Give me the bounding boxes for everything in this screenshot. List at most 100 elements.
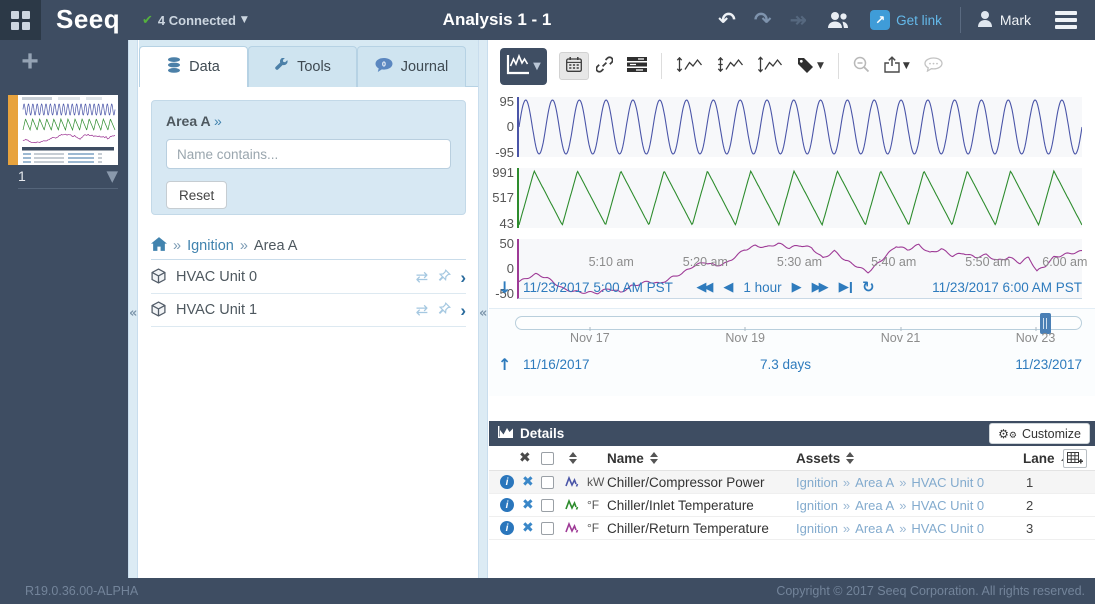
- asset-path-link[interactable]: Ignition: [796, 475, 838, 490]
- row-checkbox[interactable]: [541, 517, 554, 539]
- hamburger-menu-icon[interactable]: [1045, 11, 1087, 29]
- collapse-strip-left[interactable]: «: [128, 40, 138, 578]
- remove-all-icon[interactable]: ✖: [519, 446, 531, 470]
- labels-dropdown[interactable]: ▼: [790, 51, 831, 81]
- speech-bubble-icon: [924, 57, 943, 75]
- duration-label[interactable]: 1 hour: [743, 280, 781, 295]
- drilldown-chevron-icon[interactable]: ›: [460, 269, 466, 286]
- trend-lane-1[interactable]: 950-95: [517, 97, 1082, 157]
- y-axis-tick: -95: [474, 145, 514, 160]
- asset-path-link[interactable]: Ignition: [796, 521, 838, 536]
- customize-label: Customize: [1022, 427, 1081, 441]
- autoscale-button[interactable]: [751, 51, 790, 81]
- swap-icon[interactable]: ⇄: [416, 268, 429, 286]
- swap-icon[interactable]: ⇄: [416, 301, 429, 319]
- one-axis-per-lane-button[interactable]: [710, 51, 751, 81]
- row-checkbox[interactable]: [541, 494, 554, 516]
- undo-icon[interactable]: ↶: [709, 0, 745, 40]
- calendar-button[interactable]: [559, 52, 589, 80]
- worksheet-sidebar: + 1 ▼: [0, 40, 128, 578]
- trend-lane-2[interactable]: 99151743: [517, 168, 1082, 228]
- breadcrumb-link-ignition[interactable]: Ignition: [187, 238, 234, 254]
- remove-signal-icon[interactable]: ✖: [522, 517, 534, 539]
- tab-journal[interactable]: 0 Journal: [357, 46, 466, 87]
- sort-icon[interactable]: [846, 452, 854, 464]
- investigate-down-icon[interactable]: ↓: [498, 278, 511, 297]
- select-all-checkbox[interactable]: [541, 446, 554, 470]
- asset-path-link[interactable]: Ignition: [796, 498, 838, 513]
- timeline-tick-label: Nov 21: [881, 331, 921, 345]
- display-range-end[interactable]: 11/23/2017 6:00 AM PST: [932, 280, 1082, 295]
- annotate-button[interactable]: [917, 51, 950, 81]
- trend-chart-icon: [506, 54, 530, 78]
- add-worksheet-button[interactable]: +: [14, 46, 46, 78]
- user-menu[interactable]: Mark: [969, 10, 1039, 31]
- remove-signal-icon[interactable]: ✖: [522, 494, 534, 516]
- sort-icon[interactable]: [650, 452, 658, 464]
- signal-assets: Ignition»Area A»HVAC Unit 0: [796, 517, 984, 539]
- one-lane-per-signal-button[interactable]: [669, 51, 710, 81]
- signal-name[interactable]: Chiller/Inlet Temperature: [607, 494, 754, 516]
- info-icon[interactable]: i: [500, 517, 514, 539]
- row-checkbox[interactable]: [541, 471, 554, 493]
- step-forward-fast-icon[interactable]: ▶▶: [812, 280, 829, 295]
- wrench-icon: [274, 58, 289, 77]
- drilldown-chevron-icon[interactable]: ›: [460, 302, 466, 319]
- add-column-button[interactable]: [1063, 446, 1087, 470]
- remove-signal-icon[interactable]: ✖: [522, 471, 534, 493]
- asset-path-link[interactable]: Area A: [855, 475, 894, 490]
- reset-button[interactable]: Reset: [166, 181, 227, 209]
- connected-dropdown[interactable]: ✔ 4 Connected ▼: [142, 0, 248, 40]
- column-header-name[interactable]: Name: [607, 446, 658, 470]
- home-grid-button[interactable]: [0, 0, 41, 40]
- asset-label[interactable]: HVAC Unit 0: [176, 269, 406, 285]
- investigate-start[interactable]: 11/16/2017: [523, 357, 590, 372]
- step-back-icon[interactable]: ◀: [723, 280, 733, 295]
- worksheet-thumbnail[interactable]: [18, 95, 118, 165]
- asset-label[interactable]: HVAC Unit 1: [176, 302, 406, 318]
- status-bar: R19.0.36.00-ALPHA Copyright © 2017 Seeq …: [0, 578, 1095, 604]
- asset-path-link[interactable]: Area A: [855, 498, 894, 513]
- asset-path-link[interactable]: HVAC Unit 0: [911, 521, 984, 536]
- investigate-duration[interactable]: 7.3 days: [760, 357, 811, 372]
- step-back-fast-icon[interactable]: ◀◀: [696, 280, 713, 295]
- zoom-out-button[interactable]: [846, 51, 877, 81]
- tab-tools[interactable]: Tools: [248, 46, 357, 87]
- bars-button[interactable]: [620, 51, 654, 81]
- tab-tools-label: Tools: [297, 59, 331, 75]
- asset-path-link[interactable]: HVAC Unit 0: [911, 498, 984, 513]
- x-axis-tick: 5:10 am: [589, 255, 634, 269]
- timeline-bar[interactable]: [515, 316, 1082, 330]
- info-icon[interactable]: i: [500, 471, 514, 493]
- pin-icon[interactable]: [437, 302, 451, 319]
- pin-icon[interactable]: [437, 269, 451, 286]
- get-link-button[interactable]: ↗ Get link: [860, 10, 952, 30]
- view-mode-dropdown[interactable]: ▼: [500, 48, 547, 85]
- signal-name[interactable]: Chiller/Return Temperature: [607, 517, 769, 539]
- info-icon[interactable]: i: [500, 494, 514, 516]
- display-range-start[interactable]: 11/23/2017 5:00 AM PST: [523, 280, 673, 295]
- investigate-up-icon[interactable]: ↑: [498, 355, 511, 374]
- asset-path-link[interactable]: HVAC Unit 0: [911, 475, 984, 490]
- signal-name[interactable]: Chiller/Compressor Power: [607, 471, 765, 493]
- sort-color-column[interactable]: [569, 446, 577, 470]
- cube-icon: [151, 268, 166, 287]
- refresh-icon[interactable]: ↻: [862, 278, 875, 296]
- worksheet-chevron-icon[interactable]: ▼: [106, 167, 118, 185]
- step-to-end-icon[interactable]: ▶: [839, 279, 852, 295]
- forward-icon[interactable]: ↠: [780, 0, 816, 40]
- tab-data[interactable]: Data: [139, 46, 248, 87]
- redo-icon[interactable]: ↷: [745, 0, 781, 40]
- investigate-end[interactable]: 11/23/2017: [1015, 357, 1082, 372]
- users-icon[interactable]: [816, 0, 860, 40]
- step-forward-icon[interactable]: ▶: [792, 280, 802, 295]
- export-dropdown[interactable]: ▼: [877, 51, 917, 81]
- asset-path-link[interactable]: Area A: [855, 521, 894, 536]
- search-input[interactable]: [166, 139, 451, 169]
- chain-link-icon: [596, 56, 613, 76]
- column-header-assets[interactable]: Assets: [796, 446, 854, 470]
- link-button[interactable]: [589, 51, 620, 81]
- customize-button[interactable]: ⚙⚙ Customize: [989, 423, 1090, 444]
- search-scope[interactable]: Area A »: [166, 113, 451, 129]
- home-icon[interactable]: [151, 237, 167, 255]
